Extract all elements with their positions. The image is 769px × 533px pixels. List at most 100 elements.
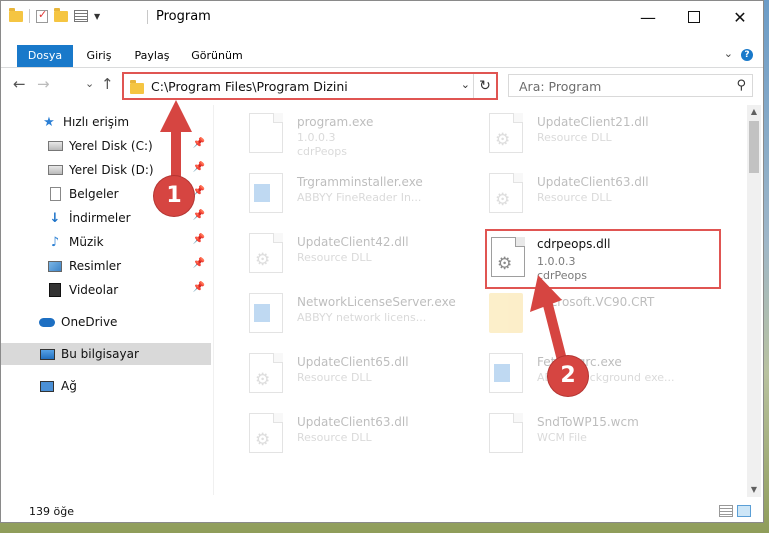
maximize-button[interactable] [671,1,717,33]
list-item[interactable]: program.exe 1.0.0.3 cdrPeops [227,109,467,161]
window-title: Program [156,9,211,24]
address-dropdown-icon[interactable]: ⌄ [461,78,470,91]
tab-giris[interactable]: Giriş [79,45,119,67]
file-version: 1.0.0.3 [297,131,336,144]
file-name: cdrpeops.dll [537,237,611,251]
help-icon[interactable]: ? [741,49,753,61]
item-count: 139 öğe [29,505,74,518]
dll-icon: ⚙ [249,413,283,453]
dll-icon: ⚙ [489,113,523,153]
pin-icon[interactable]: 📌 [193,186,205,197]
address-bar[interactable]: C:\Program Files\Program Dizini ⌄ ↻ [122,72,498,100]
tab-dosya[interactable]: Dosya [17,45,73,67]
exe-icon [249,293,283,333]
file-description: Resource DLL [537,131,612,144]
cloud-icon [39,317,55,327]
folder-icon[interactable] [9,7,23,22]
view-properties-icon[interactable] [74,10,88,22]
sidebar-item-quick-access[interactable]: ★ Hızlı erişim [1,111,211,133]
file-name: UpdateClient63.dll [297,415,409,429]
list-item[interactable]: ⚙ UpdateClient65.dll Resource DLL [227,349,467,401]
tab-paylas[interactable]: Paylaş [129,45,175,67]
file-version: 1.0.0.3 [537,255,576,268]
list-item[interactable]: ⚙ UpdateClient63.dll Resource DLL [467,169,707,221]
sidebar-item-pictures[interactable]: Resimler 📌 [1,255,211,277]
sidebar-item-this-pc[interactable]: Bu bilgisayar [1,343,211,365]
close-button[interactable]: ✕ [717,1,763,33]
sidebar-item-music[interactable]: ♪ Müzik 📌 [1,231,211,253]
dll-icon: ⚙ [491,237,525,277]
sidebar-item-label: Videolar [69,283,119,297]
sidebar-item-videos[interactable]: Videolar 📌 [1,279,211,301]
step-badge-1: 1 [154,176,194,216]
sidebar-item-label: Resimler [69,259,122,273]
up-button[interactable]: ↑ [101,75,114,93]
list-item[interactable]: ⚙ UpdateClient21.dll Resource DLL [467,109,707,161]
drive-icon [47,141,63,151]
sidebar-item-local-disk-c[interactable]: Yerel Disk (C:) 📌 [1,135,211,157]
file-name: Trgramminstaller.exe [297,175,423,189]
scrollbar-thumb[interactable] [749,121,759,173]
list-item[interactable]: Trgramminstaller.exe ABBYY FineReader In… [227,169,467,221]
file-description: ABBYY FineReader In... [297,191,422,204]
details-view-icon[interactable] [719,505,733,517]
program-icon [249,113,283,153]
tab-gorunum[interactable]: Görünüm [187,45,247,67]
status-bar: 139 öğe [1,501,763,523]
sidebar-item-label: Belgeler [69,187,119,201]
refresh-icon[interactable]: ↻ [473,74,496,98]
customize-toolbar-dropdown-icon[interactable]: ▼ [94,12,100,21]
pictures-icon [48,260,62,272]
list-item[interactable]: ⚙ UpdateClient42.dll Resource DLL [227,229,467,281]
list-item[interactable]: ⚙ UpdateClient63.dll Resource DLL [227,409,467,461]
search-input[interactable] [517,78,731,95]
new-folder-icon[interactable] [54,7,68,22]
navigation-pane: ★ Hızlı erişim Yerel Disk (C:) 📌 Yerel D… [1,105,214,495]
sidebar-item-label: Ağ [61,379,77,393]
step-badge-2: 2 [548,356,588,396]
exe-icon [249,173,283,213]
file-name: SndToWP15.wcm [537,415,639,429]
pin-icon[interactable]: 📌 [193,162,205,173]
file-description: Resource DLL [297,371,372,384]
search-icon[interactable]: ⚲ [736,78,746,93]
exe-icon [489,353,523,393]
sidebar-item-onedrive[interactable]: OneDrive [1,311,211,333]
list-item-cdrpeops-dll[interactable]: ⚙ cdrpeops.dll 1.0.0.3 cdrPeops [485,229,721,289]
sidebar-item-label: Bu bilgisayar [61,347,139,361]
pin-icon[interactable]: 📌 [193,138,205,149]
document-icon [49,187,61,201]
file-company: cdrPeops [537,269,588,282]
file-description: ABBYY network licens... [297,311,427,324]
properties-check-icon[interactable] [36,8,48,23]
search-box[interactable]: ⚲ [508,74,753,97]
scroll-down-icon[interactable]: ▼ [747,483,761,497]
vertical-scrollbar[interactable]: ▲ ▼ [747,105,761,497]
recent-locations-button[interactable]: ⌄ [85,77,94,90]
forward-button[interactable]: → [37,75,50,93]
address-path[interactable]: C:\Program Files\Program Dizini [151,79,348,94]
pin-icon[interactable]: 📌 [193,258,205,269]
pin-icon[interactable]: 📌 [193,282,205,293]
pin-icon[interactable]: 📌 [193,234,205,245]
file-list: program.exe 1.0.0.3 cdrPeops ⚙ UpdateCli… [217,105,747,495]
network-icon [40,380,54,392]
minimize-button[interactable]: — [625,1,671,33]
file-description: Resource DLL [297,251,372,264]
back-button[interactable]: ← [13,75,26,93]
list-item[interactable]: NetworkLicenseServer.exe ABBYY network l… [227,289,467,341]
close-icon: ✕ [733,7,747,27]
list-item[interactable]: SndToWP15.wcm WCM File [467,409,707,461]
dll-icon: ⚙ [489,173,523,213]
file-name: NetworkLicenseServer.exe [297,295,456,309]
file-name: program.exe [297,115,374,129]
sidebar-item-label: Müzik [69,235,104,249]
quick-access-toolbar: ▼ [9,7,100,23]
pin-icon[interactable]: 📌 [193,210,205,221]
scroll-up-icon[interactable]: ▲ [747,105,761,119]
large-icons-view-icon[interactable] [737,505,751,517]
expand-ribbon-icon[interactable]: ⌄ [724,47,733,60]
sidebar-item-network[interactable]: Ağ [1,375,211,397]
list-item[interactable]: Microsoft.VC90.CRT [467,289,707,341]
ribbon-tabs: Dosya Giriş Paylaş Görünüm ⌄ ? [1,45,763,68]
